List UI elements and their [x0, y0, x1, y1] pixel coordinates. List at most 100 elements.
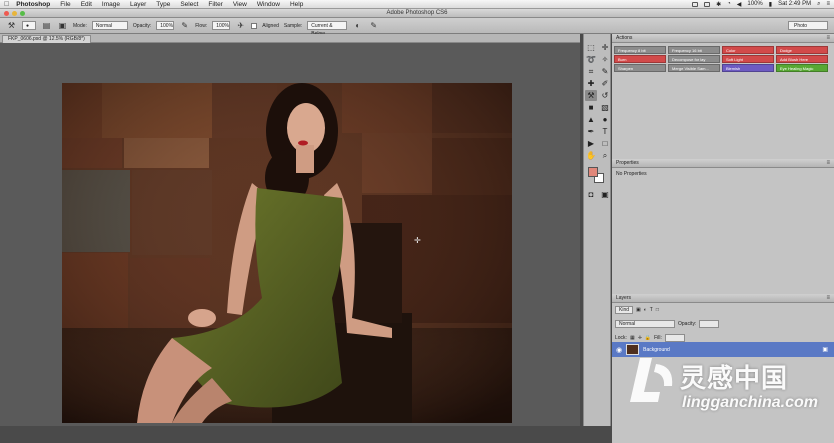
hand-tool-icon[interactable]: ✋: [585, 150, 597, 161]
mode-select[interactable]: Normal: [91, 21, 128, 30]
workspace-switcher[interactable]: Photo: [788, 21, 828, 30]
menu-type[interactable]: Type: [156, 1, 170, 8]
brush-tool-icon[interactable]: ✐: [599, 78, 611, 89]
move-tool-icon[interactable]: ✛: [599, 42, 611, 53]
filter-type-icon[interactable]: T: [650, 307, 653, 313]
lock-pixels-icon[interactable]: ▦: [630, 335, 635, 341]
wifi-icon[interactable]: ◔: [727, 1, 731, 7]
apple-menu-icon[interactable]: : [4, 1, 9, 8]
menu-edit[interactable]: Edit: [81, 1, 92, 8]
layers-panel-title: Layers: [616, 295, 632, 301]
menu-help[interactable]: Help: [290, 1, 303, 8]
marquee-tool-icon[interactable]: ⬚: [585, 42, 597, 53]
zoom-window-icon[interactable]: [20, 10, 25, 16]
path-select-tool-icon[interactable]: ▶: [585, 138, 597, 149]
lock-all-icon[interactable]: 🔒: [645, 335, 651, 341]
ignore-adjustment-layers-icon[interactable]: ◐: [352, 20, 363, 31]
filter-adjust-icon[interactable]: ◐: [644, 307, 647, 313]
action-button[interactable]: Frequency 16 bit: [668, 46, 720, 54]
blur-tool-icon[interactable]: ▲: [585, 114, 597, 125]
shape-tool-icon[interactable]: □: [599, 138, 611, 149]
layer-blend-mode[interactable]: Normal: [615, 320, 675, 328]
tray-app-icon[interactable]: [692, 1, 699, 7]
filter-pixel-icon[interactable]: ▣: [636, 307, 641, 313]
healing-brush-tool-icon[interactable]: ✚: [585, 78, 597, 89]
zoom-tool-icon[interactable]: ⌕: [599, 150, 611, 161]
airbrush-icon[interactable]: ✈: [235, 20, 246, 31]
action-button[interactable]: Dodge: [776, 46, 828, 54]
bluetooth-icon[interactable]: ✱: [716, 1, 721, 8]
crop-tool-icon[interactable]: ⌗: [585, 66, 597, 77]
clone-source-icon[interactable]: ▣: [57, 20, 68, 31]
action-button[interactable]: Color: [722, 46, 774, 54]
menu-select[interactable]: Select: [180, 1, 198, 8]
action-button[interactable]: Blemish: [722, 64, 774, 72]
opacity-input[interactable]: 100%: [156, 21, 175, 30]
menu-file[interactable]: File: [60, 1, 70, 8]
action-button[interactable]: Burn: [614, 55, 666, 63]
tray-mail-icon[interactable]: [704, 1, 711, 7]
list-icon[interactable]: ≡: [826, 1, 830, 7]
brush-preset-picker[interactable]: ●: [22, 21, 36, 30]
sample-select[interactable]: Current & Below: [307, 21, 348, 37]
quick-select-tool-icon[interactable]: ✧: [599, 54, 611, 65]
screen-mode-icon[interactable]: ▣: [599, 189, 611, 200]
history-brush-tool-icon[interactable]: ↺: [599, 90, 611, 101]
flow-input[interactable]: 100%: [212, 21, 231, 30]
layers-blend-row: Normal Opacity:: [612, 317, 834, 331]
foreground-color-swatch[interactable]: [588, 167, 598, 177]
menu-app[interactable]: Photoshop: [16, 1, 50, 8]
volume-icon[interactable]: ◀: [737, 1, 742, 8]
panel-menu-icon[interactable]: ≡: [826, 295, 830, 301]
lasso-tool-icon[interactable]: ➰: [585, 54, 597, 65]
action-button[interactable]: Merge Visible Sam...: [668, 64, 720, 72]
document-tab[interactable]: FKP_0606.psd @ 12.5% (RGB/8*): [2, 35, 91, 43]
layer-fill-input[interactable]: [664, 334, 685, 342]
lock-position-icon[interactable]: ✛: [638, 335, 642, 341]
dodge-tool-icon[interactable]: ●: [599, 114, 611, 125]
tools-panel: ⬚ ✛ ➰ ✧ ⌗ ✎ ✚ ✐ ⚒ ↺ ■ ▧ ▲ ● ✒ T ▶ □ ✋ ⌕ …: [583, 34, 611, 426]
action-button[interactable]: Sharpen: [614, 64, 666, 72]
action-button[interactable]: Soft Light: [722, 55, 774, 63]
action-button[interactable]: Eye Healing Magic: [776, 64, 828, 72]
panel-menu-icon[interactable]: ≡: [826, 35, 830, 41]
eyedropper-tool-icon[interactable]: ✎: [599, 66, 611, 77]
layer-kind-filter[interactable]: Kind: [615, 306, 634, 314]
battery-icon[interactable]: ▮: [769, 1, 772, 8]
aligned-checkbox[interactable]: [251, 22, 258, 29]
spotlight-icon[interactable]: ⌕: [817, 1, 820, 8]
quick-mask-icon[interactable]: ◘: [585, 189, 597, 200]
gradient-tool-icon[interactable]: ▧: [599, 102, 611, 113]
menu-view[interactable]: View: [233, 1, 247, 8]
no-properties-text: No Properties: [616, 171, 647, 177]
menu-layer[interactable]: Layer: [130, 1, 146, 8]
menu-image[interactable]: Image: [102, 1, 120, 8]
pressure-opacity-icon[interactable]: ✎: [179, 20, 190, 31]
type-tool-icon[interactable]: T: [599, 126, 611, 137]
opacity-label: Opacity:: [132, 22, 152, 29]
action-button[interactable]: Add Blush Here: [776, 55, 828, 63]
clock[interactable]: Sat 2:49 PM: [778, 1, 811, 7]
action-button[interactable]: Frequency 8 bit: [614, 46, 666, 54]
watermark-chinese: 灵感中国: [680, 364, 789, 394]
actions-panel-header[interactable]: Actions ≡: [612, 34, 834, 43]
clone-stamp-tool-icon[interactable]: ⚒: [585, 90, 597, 101]
pen-tool-icon[interactable]: ✒: [585, 126, 597, 137]
canvas-area[interactable]: ✛: [0, 43, 580, 426]
minimize-window-icon[interactable]: [12, 10, 17, 16]
layer-opacity-input[interactable]: [699, 320, 720, 328]
close-window-icon[interactable]: [4, 10, 9, 16]
filter-shape-icon[interactable]: □: [656, 307, 659, 313]
document-image[interactable]: ✛: [62, 83, 512, 423]
brush-panel-icon[interactable]: ▤: [41, 20, 52, 31]
clone-stamp-tool-icon[interactable]: ⚒: [6, 20, 17, 31]
pressure-size-icon[interactable]: ✎: [368, 20, 379, 31]
menu-filter[interactable]: Filter: [208, 1, 222, 8]
menu-window[interactable]: Window: [257, 1, 280, 8]
eraser-tool-icon[interactable]: ■: [585, 102, 597, 113]
layers-panel-header[interactable]: Layers ≡: [612, 294, 834, 303]
action-button[interactable]: Decompose for lay: [668, 55, 720, 63]
layers-filter-row: Kind ▣ ◐ T □: [612, 303, 834, 317]
panel-menu-icon[interactable]: ≡: [826, 160, 830, 166]
properties-panel-header[interactable]: Properties ≡: [612, 159, 834, 168]
